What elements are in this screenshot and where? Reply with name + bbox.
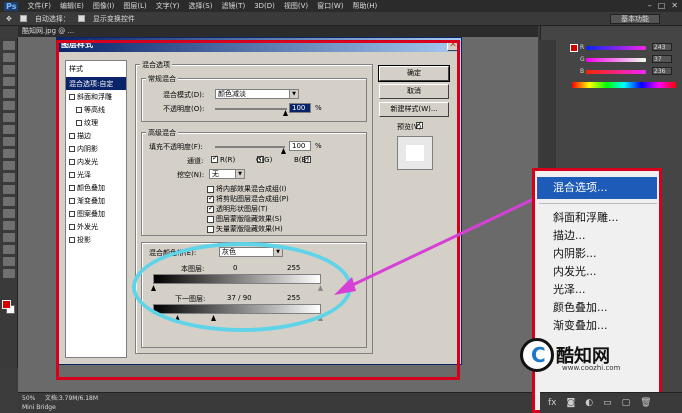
menu-item-gradient-overlay[interactable]: 渐变叠加... bbox=[553, 317, 608, 333]
clone-stamp-tool-icon[interactable] bbox=[2, 137, 15, 146]
b-channel-label: B bbox=[580, 68, 585, 75]
minimize-icon[interactable]: – bbox=[648, 1, 652, 10]
menu-item-satin[interactable]: 光泽... bbox=[553, 281, 586, 297]
annotation-cyan-ellipse bbox=[132, 242, 352, 332]
status-bar: 50% 文档:3.79M/6.18M Mini Bridge bbox=[18, 392, 540, 413]
annotation-arrow bbox=[334, 187, 556, 295]
window-controls: – □ ✕ bbox=[648, 1, 678, 10]
quick-select-tool-icon[interactable] bbox=[2, 77, 15, 86]
pen-tool-icon[interactable] bbox=[2, 209, 15, 218]
blue-slider[interactable] bbox=[586, 70, 646, 74]
type-tool-icon[interactable] bbox=[2, 221, 15, 230]
arrow-head bbox=[334, 277, 356, 295]
auto-select-label: 自动选择： bbox=[34, 14, 70, 23]
menu-select[interactable]: 选择(S) bbox=[189, 1, 213, 11]
workspace-switcher[interactable]: 基本功能 bbox=[610, 14, 660, 24]
blur-tool-icon[interactable] bbox=[2, 185, 15, 194]
foreground-color-swatch[interactable] bbox=[2, 300, 11, 309]
layer-style-popup-menu: 混合选项... 斜面和浮雕... 描边... 内阴影... 内发光... 光泽.… bbox=[532, 168, 662, 413]
menu-item-color-overlay[interactable]: 颜色叠加... bbox=[553, 299, 608, 315]
color-panel: R 243 G 37 B 236 bbox=[568, 40, 680, 90]
menu-item-inner-shadow[interactable]: 内阴影... bbox=[553, 245, 597, 261]
close-icon[interactable]: ✕ bbox=[671, 1, 678, 10]
hand-tool-icon[interactable] bbox=[2, 257, 15, 266]
color-ramp[interactable] bbox=[572, 82, 676, 88]
mini-bridge-tab[interactable]: Mini Bridge bbox=[22, 404, 540, 411]
arrow-line bbox=[343, 187, 556, 291]
maximize-icon[interactable]: □ bbox=[658, 1, 666, 10]
move-tool-icon[interactable] bbox=[2, 41, 15, 50]
menu-layer[interactable]: 图层(L) bbox=[123, 1, 146, 11]
trash-icon[interactable]: 🗑 bbox=[640, 398, 651, 408]
menu-separator bbox=[539, 203, 657, 204]
options-bar: ✥ 自动选择： 显示变换控件 bbox=[0, 12, 682, 26]
crop-tool-icon[interactable] bbox=[2, 89, 15, 98]
path-select-tool-icon[interactable] bbox=[2, 233, 15, 242]
fg-color-preview[interactable] bbox=[570, 44, 578, 52]
green-value[interactable]: 37 bbox=[652, 55, 672, 63]
g-channel-label: G bbox=[580, 56, 585, 63]
move-tool-icon: ✥ bbox=[6, 14, 12, 23]
red-slider[interactable] bbox=[586, 46, 646, 50]
menu-view[interactable]: 视图(V) bbox=[284, 1, 308, 11]
menu-help[interactable]: 帮助(H) bbox=[353, 1, 378, 11]
red-value[interactable]: 243 bbox=[652, 43, 672, 51]
menu-file[interactable]: 文件(F) bbox=[27, 1, 51, 11]
zoom-level[interactable]: 50% bbox=[22, 395, 35, 402]
gradient-tool-icon[interactable] bbox=[2, 173, 15, 182]
document-size: 文档:3.79M/6.18M bbox=[44, 395, 99, 402]
layers-panel-footer: fx ◙ ◐ ▭ ▢ 🗑 bbox=[540, 392, 682, 413]
menu-item-stroke[interactable]: 描边... bbox=[553, 227, 586, 243]
r-channel-label: R bbox=[580, 44, 585, 51]
menu-edit[interactable]: 编辑(E) bbox=[60, 1, 84, 11]
menu-item-bevel-emboss[interactable]: 斜面和浮雕... bbox=[553, 209, 619, 225]
document-tab[interactable]: 酷知网.jpg @ ... bbox=[18, 26, 538, 37]
dodge-tool-icon[interactable] bbox=[2, 197, 15, 206]
show-transform-checkbox[interactable] bbox=[77, 15, 85, 22]
menu-bar: Ps 文件(F) 编辑(E) 图像(I) 图层(L) 文字(Y) 选择(S) 滤… bbox=[0, 0, 682, 12]
menu-image[interactable]: 图像(I) bbox=[93, 1, 115, 11]
brush-tool-icon[interactable] bbox=[2, 125, 15, 134]
menu-3d[interactable]: 3D(D) bbox=[254, 2, 275, 10]
folder-icon[interactable]: ▭ bbox=[603, 398, 612, 408]
menu-type[interactable]: 文字(Y) bbox=[156, 1, 180, 11]
auto-select-checkbox[interactable] bbox=[19, 15, 27, 22]
adjustment-icon[interactable]: ◐ bbox=[585, 398, 593, 408]
watermark-logo bbox=[520, 338, 554, 372]
new-layer-icon[interactable]: ▢ bbox=[622, 398, 631, 408]
tools-panel bbox=[0, 38, 18, 368]
show-transform-label: 显示变换控件 bbox=[92, 14, 135, 23]
mask-icon[interactable]: ◙ bbox=[567, 398, 576, 408]
marquee-tool-icon[interactable] bbox=[2, 53, 15, 62]
green-slider[interactable] bbox=[586, 58, 646, 62]
photoshop-logo: Ps bbox=[4, 1, 19, 11]
menu-window[interactable]: 窗口(W) bbox=[317, 1, 343, 11]
lasso-tool-icon[interactable] bbox=[2, 65, 15, 74]
menu-item-blending-options[interactable]: 混合选项... bbox=[537, 177, 657, 199]
menu-item-inner-glow[interactable]: 内发光... bbox=[553, 263, 597, 279]
fx-icon[interactable]: fx bbox=[548, 398, 557, 408]
eraser-tool-icon[interactable] bbox=[2, 161, 15, 170]
healing-tool-icon[interactable] bbox=[2, 113, 15, 122]
shape-tool-icon[interactable] bbox=[2, 245, 15, 254]
blue-value[interactable]: 236 bbox=[652, 67, 672, 75]
zoom-tool-icon[interactable] bbox=[2, 269, 15, 278]
watermark-url: www.coozhi.com bbox=[562, 364, 621, 372]
menu-filter[interactable]: 滤镜(T) bbox=[221, 1, 245, 11]
eyedropper-tool-icon[interactable] bbox=[2, 101, 15, 110]
history-brush-tool-icon[interactable] bbox=[2, 149, 15, 158]
